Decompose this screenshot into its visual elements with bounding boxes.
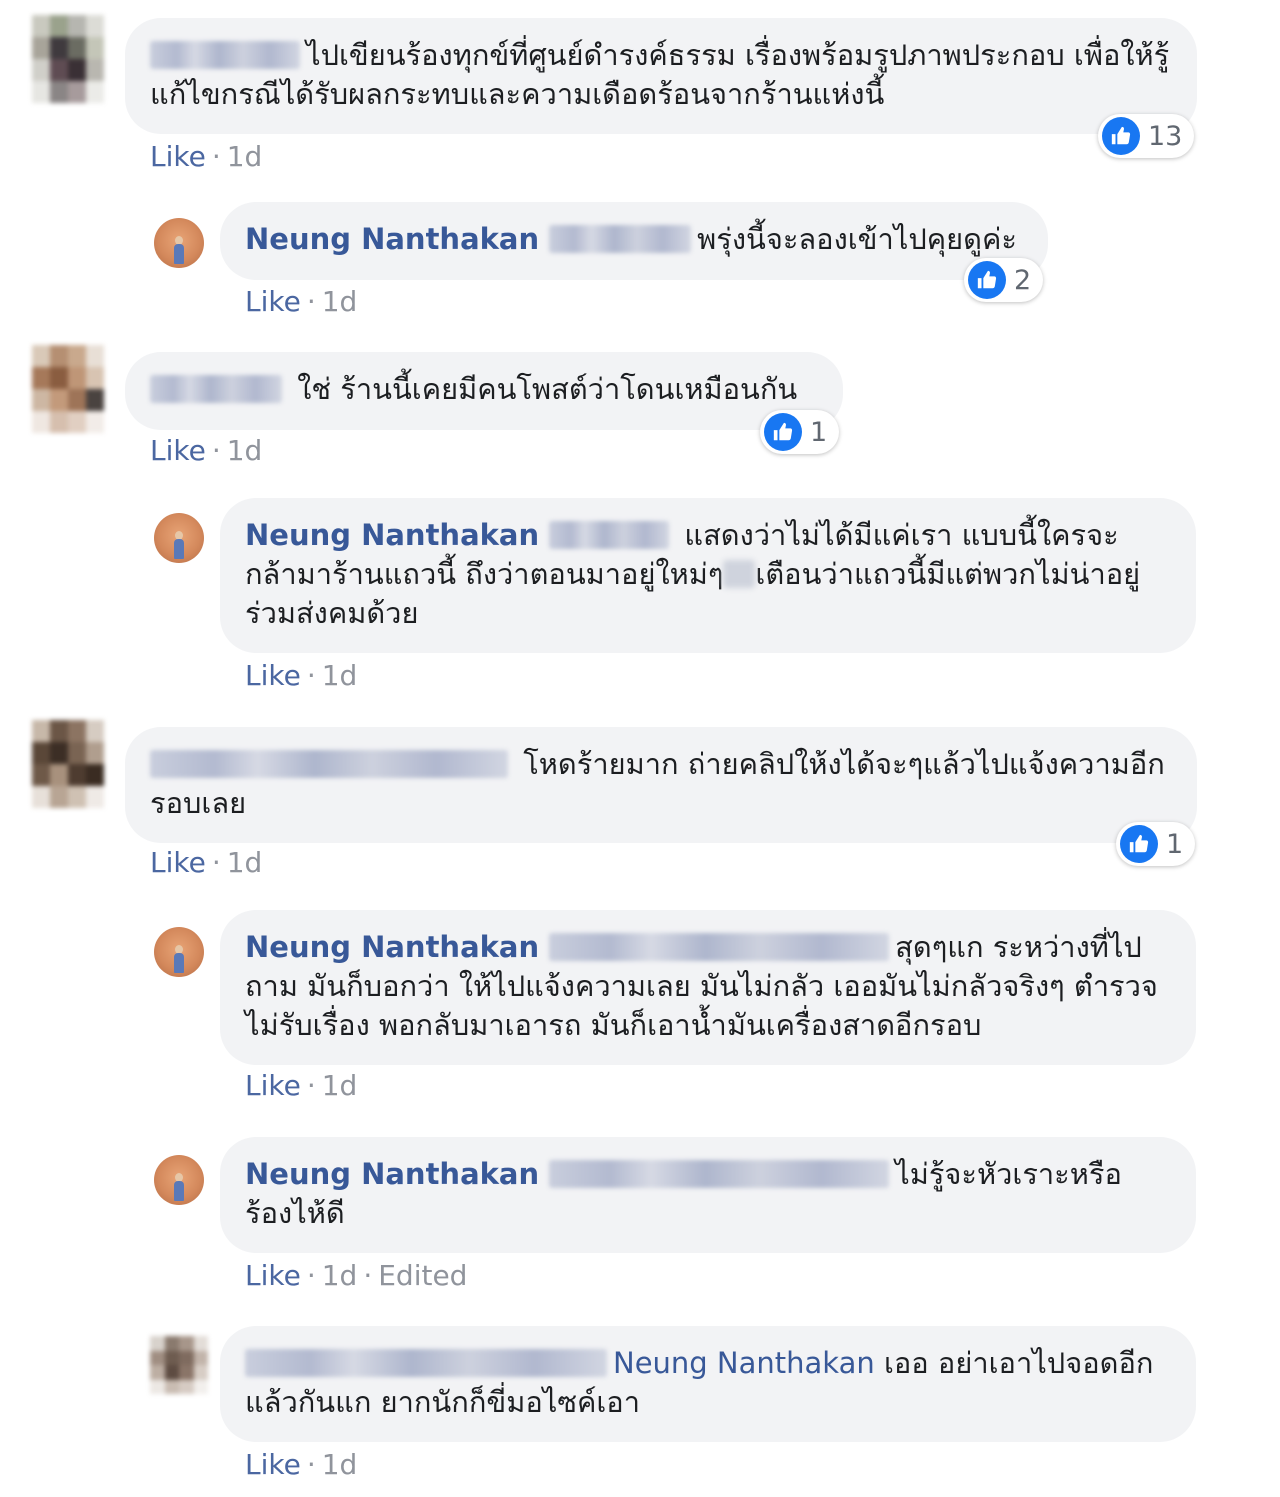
timestamp[interactable]: 1d — [322, 1448, 358, 1481]
blurred-name[interactable] — [549, 225, 692, 253]
separator: · — [211, 140, 221, 173]
comment-meta: Like · 1d — [150, 140, 262, 174]
comment-meta: Like · 1d — [245, 659, 357, 693]
separator: · — [306, 1259, 316, 1292]
like-link[interactable]: Like — [150, 140, 206, 173]
edited-label[interactable]: Edited — [378, 1259, 467, 1292]
comment-meta: Like · 1d — [245, 285, 357, 319]
comment-meta: Like · 1d — [245, 1069, 357, 1103]
reaction-count[interactable]: 2 — [964, 258, 1044, 302]
avatar[interactable] — [154, 927, 204, 977]
avatar[interactable] — [32, 345, 104, 433]
like-link[interactable]: Like — [245, 659, 301, 692]
comment-bubble: Neung Nanthakan พรุ่งนี้จะลองเข้าไปคุยดูค… — [220, 202, 1048, 280]
timestamp[interactable]: 1d — [227, 434, 263, 467]
reaction-number: 13 — [1148, 120, 1183, 152]
avatar[interactable] — [32, 720, 104, 808]
blurred-name[interactable] — [549, 933, 890, 961]
like-link[interactable]: Like — [245, 285, 301, 318]
comment-meta: Like · 1d — [245, 1448, 357, 1482]
blurred-word — [723, 560, 756, 588]
blurred-name[interactable] — [245, 1349, 607, 1377]
timestamp[interactable]: 1d — [227, 140, 263, 173]
separator: · — [211, 434, 221, 467]
separator: · — [306, 659, 316, 692]
like-thumb-icon — [1102, 117, 1140, 155]
comment-meta: Like · 1d · Edited — [245, 1259, 467, 1293]
timestamp[interactable]: 1d — [322, 1259, 358, 1292]
avatar[interactable] — [32, 15, 104, 103]
mention-link[interactable]: Neung Nanthakan — [613, 1346, 875, 1380]
comment-bubble: Neung Nanthakan แสดงว่าไม่ได้มีแค่เรา แบ… — [220, 498, 1196, 653]
like-link[interactable]: Like — [245, 1448, 301, 1481]
avatar[interactable] — [154, 218, 204, 268]
author-name[interactable]: Neung Nanthakan — [245, 1157, 539, 1191]
reaction-number: 2 — [1014, 264, 1032, 296]
reaction-number: 1 — [810, 416, 828, 448]
separator: · — [306, 285, 316, 318]
comment-bubble: ไปเขียนร้องทุกข์ที่ศูนย์ดำรงค์ธรรม เรื่อ… — [125, 18, 1197, 134]
blurred-name[interactable] — [150, 41, 300, 69]
timestamp[interactable]: 1d — [322, 1069, 358, 1102]
comment-text: พรุ่งนี้จะลองเข้าไปคุยดูค่ะ — [697, 222, 1017, 256]
timestamp[interactable]: 1d — [322, 285, 358, 318]
timestamp[interactable]: 1d — [227, 846, 263, 879]
author-name[interactable]: Neung Nanthakan — [245, 930, 539, 964]
separator: · — [211, 846, 221, 879]
reaction-count[interactable]: 13 — [1098, 114, 1195, 158]
like-link[interactable]: Like — [150, 846, 206, 879]
comment-bubble: Neung Nanthakan ไม่รู้จะหัวเราะหรือร้องไห… — [220, 1137, 1196, 1253]
like-link[interactable]: Like — [245, 1259, 301, 1292]
comment-bubble: ใช่ ร้านนี้เคยมีคนโพสต์ว่าโดนเหมือนกัน — [125, 352, 843, 430]
avatar[interactable] — [150, 1336, 208, 1394]
comment-meta: Like · 1d — [150, 846, 262, 880]
comment-bubble: Neung Nanthakan สุดๆแก ระหว่างที่ไปถาม มั… — [220, 910, 1196, 1065]
comment-meta: Like · 1d — [150, 434, 262, 468]
reaction-count[interactable]: 1 — [760, 410, 840, 454]
blurred-name[interactable] — [150, 750, 508, 778]
separator: · — [306, 1448, 316, 1481]
like-thumb-icon — [1120, 825, 1158, 863]
comment-bubble: Neung Nanthakan เออ อย่าเอาไปจอดอีกแล้วก… — [220, 1326, 1196, 1442]
comment-text: ไปเขียนร้องทุกข์ที่ศูนย์ดำรงค์ธรรม เรื่อ… — [150, 38, 1170, 111]
comment-bubble: โหดร้ายมาก ถ่ายคลิปให้งได้จะๆแล้วไปแจ้งค… — [125, 727, 1197, 843]
reaction-count[interactable]: 1 — [1116, 822, 1196, 866]
blurred-name[interactable] — [549, 1160, 890, 1188]
reaction-number: 1 — [1166, 828, 1184, 860]
like-thumb-icon — [968, 261, 1006, 299]
like-link[interactable]: Like — [150, 434, 206, 467]
blurred-name[interactable] — [549, 521, 670, 549]
blurred-name[interactable] — [150, 375, 282, 403]
comment-text: ใช่ ร้านนี้เคยมีคนโพสต์ว่าโดนเหมือนกัน — [297, 372, 798, 406]
separator: · — [306, 1069, 316, 1102]
like-link[interactable]: Like — [245, 1069, 301, 1102]
like-thumb-icon — [764, 413, 802, 451]
separator: · — [363, 1259, 373, 1292]
avatar[interactable] — [154, 1155, 204, 1205]
author-name[interactable]: Neung Nanthakan — [245, 222, 539, 256]
timestamp[interactable]: 1d — [322, 659, 358, 692]
author-name[interactable]: Neung Nanthakan — [245, 518, 539, 552]
avatar[interactable] — [154, 513, 204, 563]
